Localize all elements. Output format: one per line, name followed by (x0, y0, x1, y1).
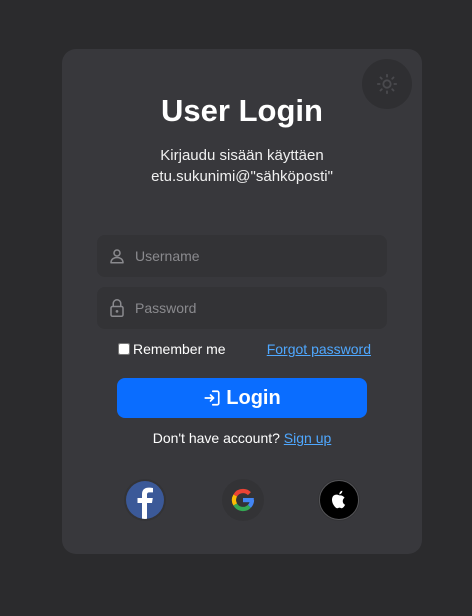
apple-icon (319, 480, 359, 520)
username-field[interactable] (97, 235, 387, 277)
login-button-label: Login (226, 386, 281, 409)
signup-link[interactable]: Sign up (284, 430, 331, 446)
apple-login-button[interactable] (318, 479, 360, 521)
username-input[interactable] (135, 235, 387, 277)
remember-me-checkbox[interactable] (118, 343, 130, 355)
user-icon (107, 246, 127, 266)
login-card: User Login Kirjaudu sisään käyttäen etu.… (62, 49, 422, 554)
lock-icon (107, 298, 127, 318)
google-icon (231, 488, 255, 512)
page-title: User Login (161, 93, 323, 128)
remember-me[interactable]: Remember me (118, 341, 226, 357)
signup-row: Don't have account? Sign up (62, 430, 422, 446)
login-button[interactable]: Login (117, 378, 367, 418)
sun-icon (376, 73, 398, 95)
forgot-password-link[interactable]: Forgot password (267, 341, 371, 357)
password-input[interactable] (135, 287, 387, 329)
login-subtitle: Kirjaudu sisään käyttäen etu.sukunimi@"s… (151, 147, 333, 185)
facebook-login-button[interactable] (124, 479, 166, 521)
password-field[interactable] (97, 287, 387, 329)
remember-me-label: Remember me (133, 341, 226, 357)
facebook-icon (126, 481, 164, 519)
google-login-button[interactable] (222, 479, 264, 521)
no-account-text: Don't have account? (152, 430, 280, 446)
login-icon (203, 389, 221, 407)
